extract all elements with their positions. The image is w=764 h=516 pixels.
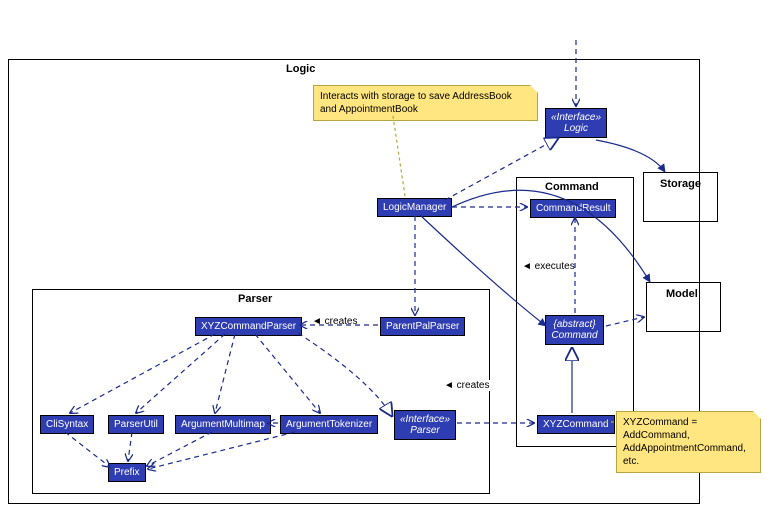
class-name: Command bbox=[551, 330, 598, 341]
label-executes: ◄ executes bbox=[520, 261, 577, 272]
class-parser-util: ParserUtil bbox=[108, 415, 164, 434]
class-logic-manager: LogicManager bbox=[377, 198, 452, 217]
class-name: Parser bbox=[400, 425, 450, 436]
class-name: Logic bbox=[551, 123, 601, 134]
class-argument-tokenizer: ArgumentTokenizer bbox=[280, 415, 378, 434]
label-creates-1: ◄ creates bbox=[310, 316, 359, 327]
class-parser-interface: «Interface» Parser bbox=[394, 410, 456, 440]
class-cli-syntax: CliSyntax bbox=[40, 415, 94, 434]
label-creates-2: ◄ creates bbox=[442, 380, 491, 391]
class-xyz-command: XYZCommand bbox=[537, 415, 615, 434]
class-parent-pal-parser: ParentPalParser bbox=[380, 317, 465, 336]
class-logic-interface: «Interface» Logic bbox=[545, 108, 607, 138]
class-xyz-command-parser: XYZCommandParser bbox=[195, 317, 302, 336]
class-command-result: CommandResult bbox=[530, 199, 616, 218]
external-storage-label: Storage bbox=[660, 178, 701, 190]
external-model-label: Model bbox=[666, 288, 698, 300]
stereotype: «Interface» bbox=[400, 414, 450, 425]
stereotype: {abstract} bbox=[551, 319, 598, 330]
class-command-abstract: {abstract} Command bbox=[545, 315, 604, 345]
package-logic-label: Logic bbox=[286, 63, 315, 75]
package-parser-label: Parser bbox=[238, 293, 272, 305]
class-argument-multimap: ArgumentMultimap bbox=[175, 415, 271, 434]
package-command-label: Command bbox=[545, 181, 599, 193]
note-storage: Interacts with storage to save AddressBo… bbox=[313, 85, 538, 121]
stereotype: «Interface» bbox=[551, 112, 601, 123]
note-xyz: XYZCommand = AddCommand, AddAppointmentC… bbox=[616, 411, 761, 473]
class-prefix: Prefix bbox=[108, 463, 146, 482]
